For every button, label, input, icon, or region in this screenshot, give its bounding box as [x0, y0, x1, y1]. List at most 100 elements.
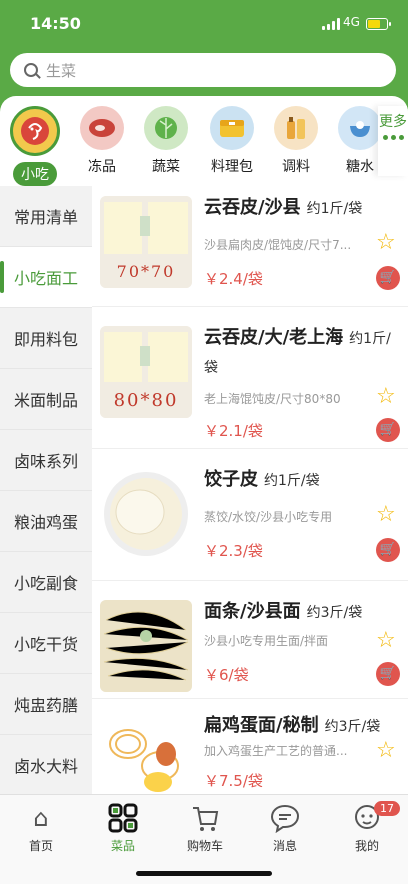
product-title: 面条/沙县面 [204, 601, 301, 622]
signal-icon [322, 18, 340, 30]
product-image: 70*70 [100, 196, 192, 288]
divider [92, 580, 408, 581]
sidebar-item[interactable]: 即用料包 [0, 308, 92, 369]
product-price: ￥7.5/袋 [204, 772, 263, 790]
product-image [100, 600, 192, 692]
sidebar-item-label: 卤味系列 [13, 452, 78, 471]
notification-badge: 17 [374, 801, 400, 816]
product-price: ￥2.4/袋 [204, 270, 263, 288]
sidebar-item-active[interactable]: 小吃面工 [0, 247, 92, 308]
product-desc: 老上海馄饨皮/尺寸80*80 [204, 392, 341, 406]
product-desc: 沙县小吃专用生面/拌面 [204, 634, 329, 648]
sidebar-item[interactable]: 米面制品 [0, 369, 92, 430]
favorite-star-icon[interactable]: ☆ [376, 232, 398, 254]
category-label: 冻品 [88, 159, 116, 175]
product-list: 70*70 云吞皮/沙县 约1斤/袋 沙县扁肉皮/馄饨皮/尺寸7... ￥2.4/… [92, 186, 408, 794]
snack-icon [10, 106, 60, 156]
add-to-cart-icon[interactable]: 🛒 [376, 266, 400, 290]
product-price: ￥2.1/袋 [204, 422, 263, 440]
tab-cart[interactable]: 购物车 [170, 803, 240, 854]
bottle-icon [274, 106, 318, 150]
add-to-cart-icon[interactable]: 🛒 [376, 418, 400, 442]
product-card[interactable]: 80*80 云吞皮/大/老上海 约1斤/袋 老上海馄饨皮/尺寸80*80 ￥2.1… [92, 316, 408, 442]
category-seasoning[interactable]: 调料 [266, 106, 326, 176]
category-label: 调料 [282, 159, 310, 175]
sidebar-item[interactable]: 小吃副食 [0, 552, 92, 613]
product-unit: 约1斤/袋 [306, 201, 363, 217]
tab-home[interactable]: ⌂ 首页 [6, 803, 76, 854]
status-time: 14:50 [30, 14, 81, 33]
search-placeholder: 生菜 [46, 61, 77, 80]
dessert-icon [338, 106, 382, 150]
favorite-star-icon[interactable]: ☆ [376, 630, 398, 652]
thumb-size-text: 70*70 [116, 262, 176, 281]
sidebar-item[interactable]: 卤味系列 [0, 430, 92, 491]
divider [92, 698, 408, 699]
product-card[interactable]: 70*70 云吞皮/沙县 约1斤/袋 沙县扁肉皮/馄饨皮/尺寸7... ￥2.4/… [92, 186, 408, 306]
tab-label: 购物车 [186, 839, 223, 853]
add-to-cart-icon[interactable]: 🛒 [376, 538, 400, 562]
product-title: 扁鸡蛋面/秘制 [204, 715, 319, 736]
product-desc: 沙县扁肉皮/馄饨皮/尺寸7... [204, 238, 352, 252]
status-bar: 14:50 4G [0, 12, 408, 36]
more-dots-icon [378, 135, 408, 140]
sidebar-item[interactable]: 炖盅药膳 [0, 674, 92, 735]
tab-label: 首页 [28, 839, 53, 853]
product-desc: 蒸饺/水饺/沙县小吃专用 [204, 510, 333, 524]
product-unit: 约3斤/袋 [306, 605, 363, 621]
search-input[interactable]: 生菜 [10, 53, 396, 87]
more-label: 更多 [379, 114, 407, 130]
favorite-star-icon[interactable]: ☆ [376, 740, 398, 762]
product-name: 云吞皮/沙县 约1斤/袋 [204, 194, 400, 223]
category-prepared[interactable]: 料理包 [202, 106, 262, 176]
tab-label: 消息 [272, 839, 297, 853]
product-price: ￥2.3/袋 [204, 542, 263, 560]
product-card[interactable]: 饺子皮 约1斤/袋 蒸饺/水饺/沙县小吃专用 ￥2.3/袋 ☆ 🛒 [92, 458, 408, 578]
product-name: 面条/沙县面 约3斤/袋 [204, 598, 400, 627]
product-image: 80*80 [100, 326, 192, 418]
home-indicator [136, 871, 272, 876]
category-label: 小吃 [13, 162, 57, 186]
sidebar-item-label: 卤水大料 [13, 757, 78, 776]
tab-profile[interactable]: 17 我的 [332, 801, 402, 854]
sidebar-item[interactable]: 卤水大料 [0, 735, 92, 796]
favorite-star-icon[interactable]: ☆ [376, 386, 398, 408]
tab-label: 我的 [354, 839, 379, 853]
sidebar-item-label: 即用料包 [13, 330, 78, 349]
thumb-size-text: 80*80 [113, 390, 179, 411]
search-icon [24, 63, 38, 77]
sidebar-item[interactable]: 常用清单 [0, 186, 92, 247]
product-title: 云吞皮/大/老上海 [204, 327, 344, 348]
cart-icon [190, 803, 220, 833]
category-label: 蔬菜 [152, 159, 180, 175]
sidebar-item[interactable]: 粮油鸡蛋 [0, 491, 92, 552]
tab-label: 菜品 [110, 839, 135, 853]
product-name: 扁鸡蛋面/秘制 约3斤/袋 [204, 712, 400, 741]
favorite-star-icon[interactable]: ☆ [376, 504, 398, 526]
sidebar-item-label: 小吃干货 [13, 635, 78, 654]
home-icon: ⌂ [33, 804, 49, 832]
tab-messages[interactable]: 消息 [250, 803, 320, 854]
tab-dishes[interactable]: 菜品 [88, 803, 158, 854]
sidebar-item-label: 粮油鸡蛋 [13, 513, 78, 532]
product-image [100, 714, 192, 794]
add-to-cart-icon[interactable]: 🛒 [376, 662, 400, 686]
category-frozen[interactable]: 冻品 [72, 106, 132, 176]
category-vegetable[interactable]: 蔬菜 [136, 106, 196, 176]
vegetable-icon [144, 106, 188, 150]
chat-icon [270, 803, 300, 834]
product-card[interactable]: 面条/沙县面 约3斤/袋 沙县小吃专用生面/拌面 ￥6/袋 ☆ 🛒 [92, 590, 408, 710]
network-label: 4G [343, 15, 360, 29]
more-categories-button[interactable]: 更多 [378, 106, 408, 176]
category-snack[interactable]: 小吃 [5, 106, 65, 186]
sidebar-item-label: 炖盅药膳 [13, 696, 78, 715]
product-desc: 加入鸡蛋生产工艺的普通... [204, 744, 348, 758]
sidebar-item-label: 常用清单 [13, 208, 78, 227]
sidebar-item-label: 米面制品 [13, 391, 78, 410]
meat-icon [80, 106, 124, 150]
product-title: 饺子皮 [204, 469, 258, 490]
product-name: 云吞皮/大/老上海 约1斤/袋 [204, 324, 400, 382]
battery-icon [366, 18, 391, 30]
sidebar-item[interactable]: 小吃干货 [0, 613, 92, 674]
product-card[interactable]: 扁鸡蛋面/秘制 约3斤/袋 加入鸡蛋生产工艺的普通... ￥7.5/袋 ☆ [92, 704, 408, 794]
